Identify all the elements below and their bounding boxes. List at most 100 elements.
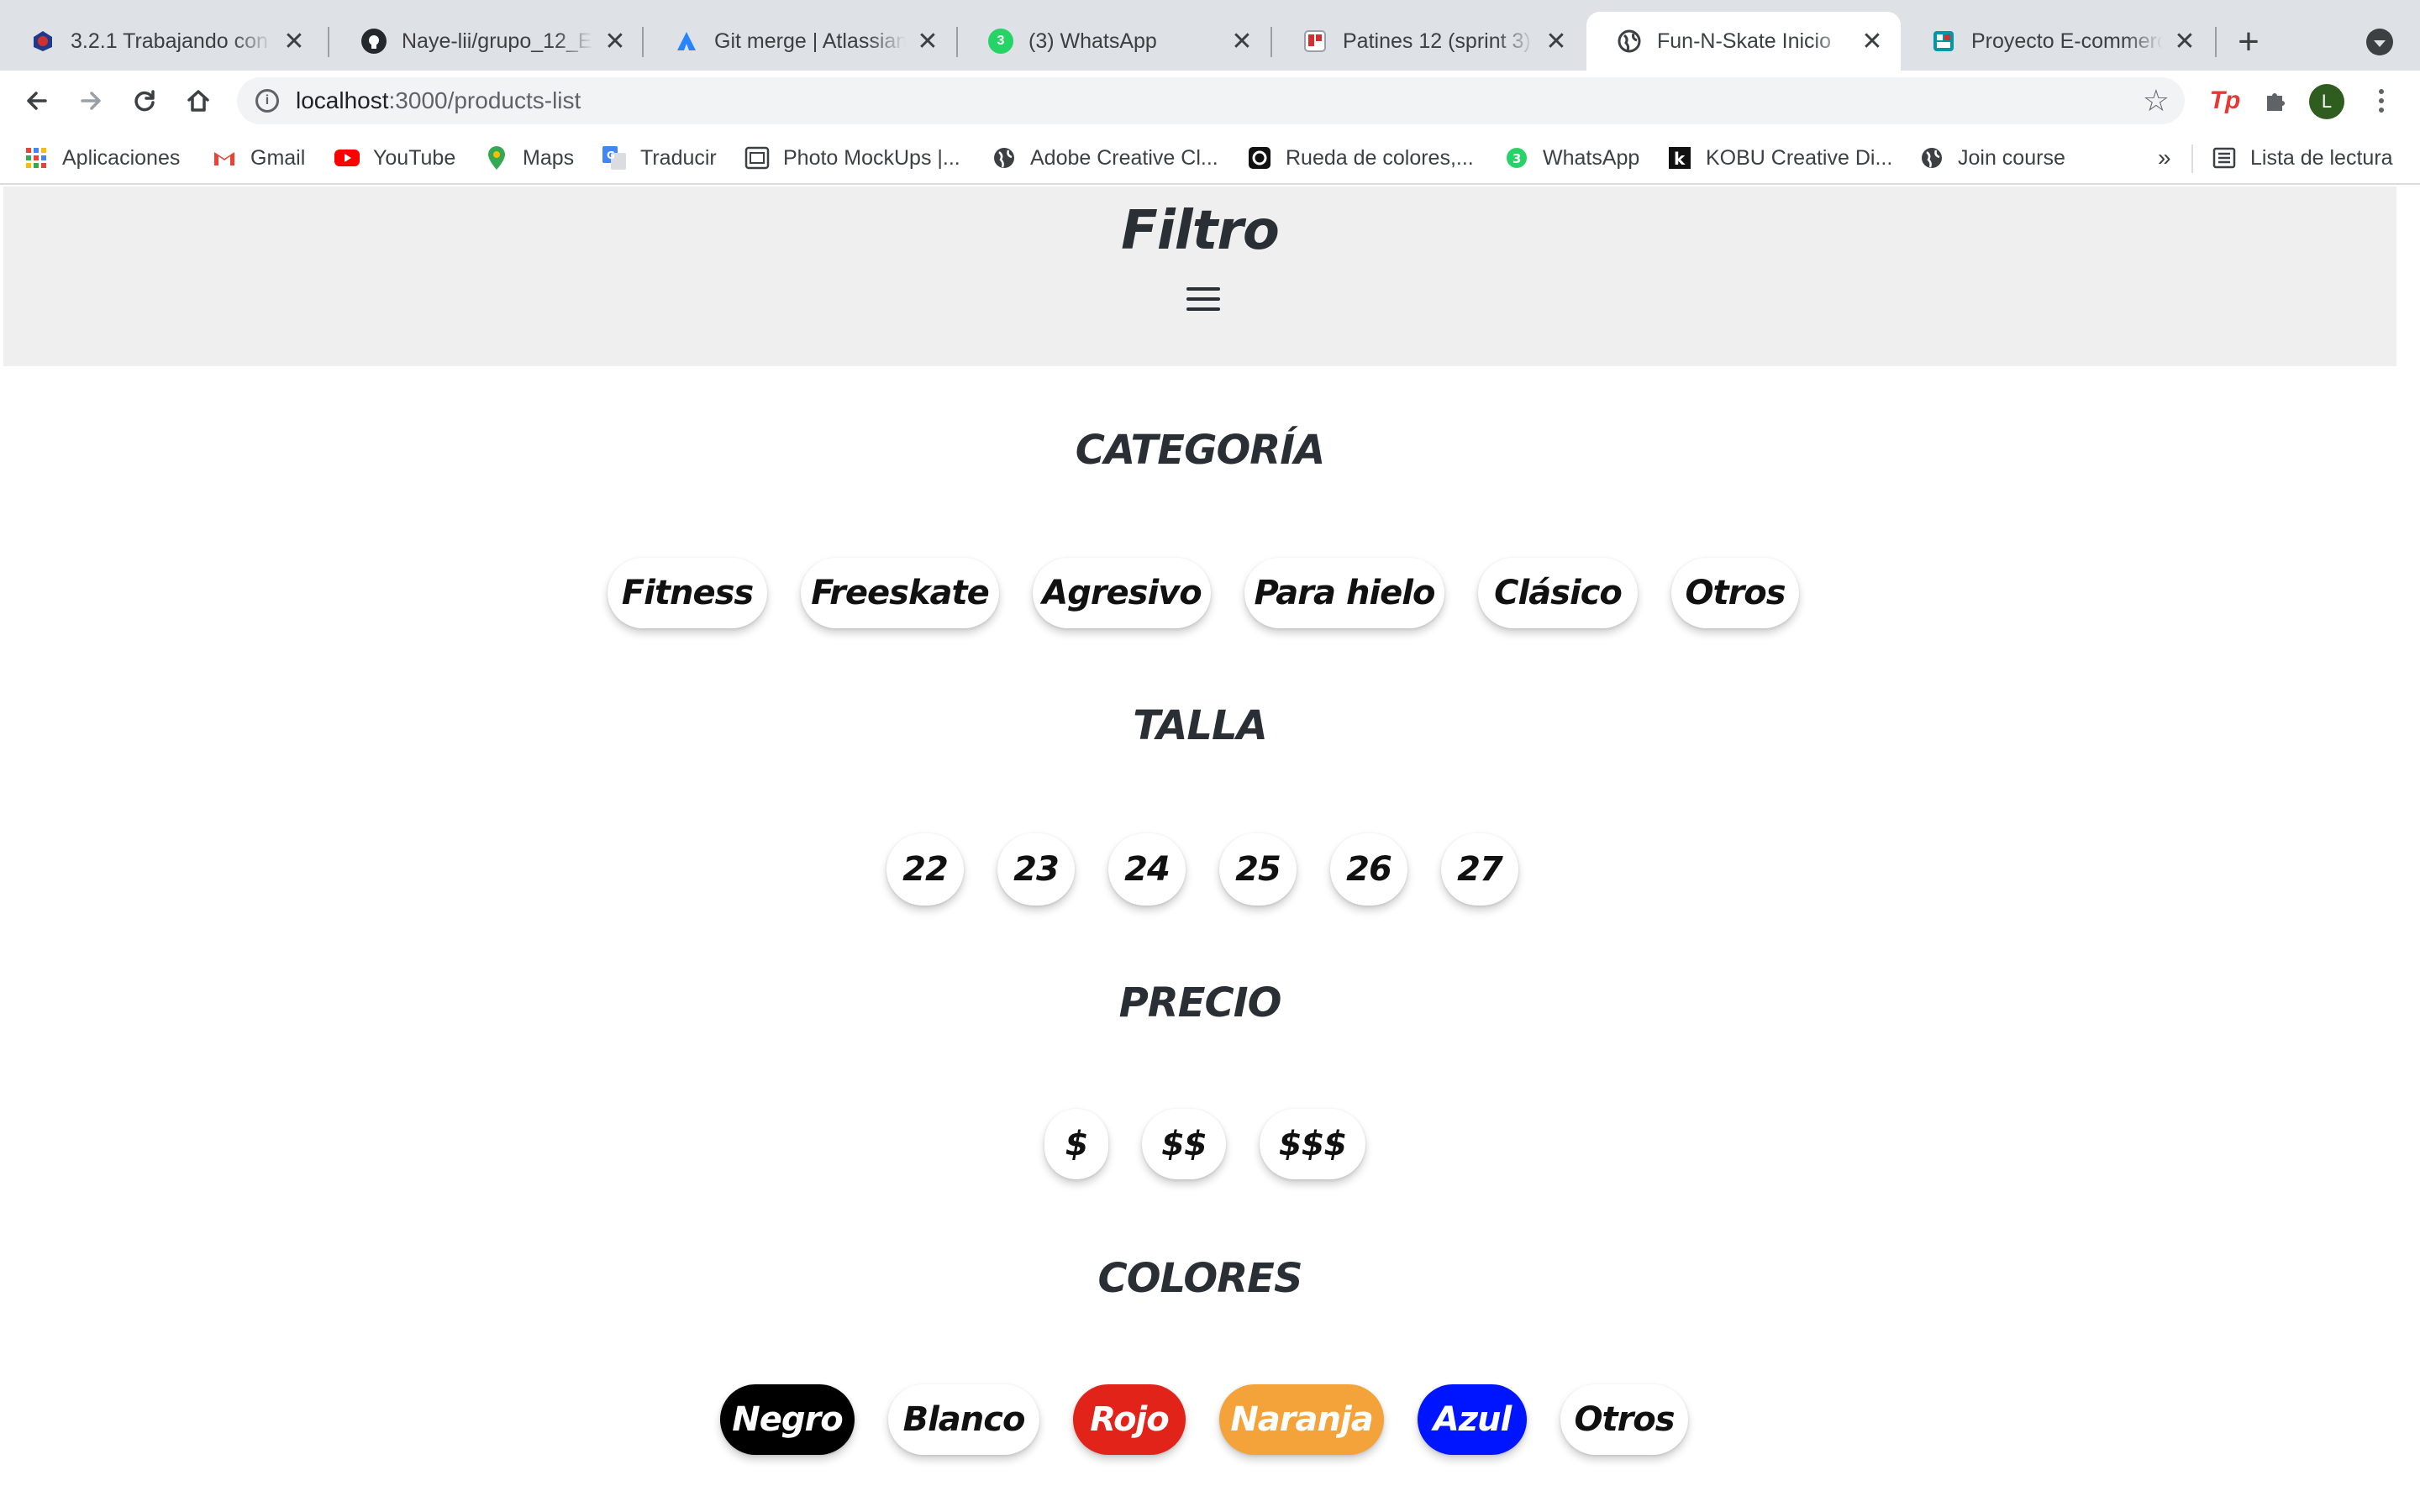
gmail-icon (212, 145, 237, 171)
reading-list-label: Lista de lectura (2250, 145, 2393, 170)
url-host: localhost (296, 87, 389, 113)
category-pill-clasico[interactable]: Clásico (1478, 558, 1638, 628)
close-icon[interactable]: ✕ (1860, 28, 1884, 55)
size-pill-22[interactable]: 22 (886, 833, 964, 906)
tab-fun-n-skate[interactable]: Fun-N-Skate Inicio ✕ (1586, 12, 1901, 71)
bookmark-aplicaciones[interactable]: Aplicaciones (24, 143, 180, 173)
size-section-title: TALLA (1133, 702, 1267, 749)
color-pill-negro[interactable]: Negro (720, 1384, 855, 1455)
back-icon[interactable] (17, 81, 57, 121)
bookmark-label: Traducir (640, 145, 717, 170)
bookmark-kobu[interactable]: k KOBU Creative Di... (1667, 143, 1892, 173)
color-pill-naranja[interactable]: Naranja (1219, 1384, 1384, 1455)
hamburger-menu-icon[interactable] (1186, 287, 1220, 311)
trello-icon (1302, 29, 1328, 54)
site-info-icon[interactable]: i (255, 89, 279, 113)
tab-git-merge[interactable]: Git merge | Atlassian G ✕ (644, 12, 956, 71)
category-pill-otros[interactable]: Otros (1671, 558, 1799, 628)
category-options: Fitness Freeskate Agresivo Para hielo Cl… (0, 558, 2400, 628)
globe-icon (992, 145, 1017, 171)
close-icon[interactable]: ✕ (916, 28, 939, 55)
bookmark-label: Rueda de colores,... (1286, 145, 1474, 170)
color-pill-otros[interactable]: Otros (1560, 1384, 1688, 1455)
reload-icon[interactable] (124, 81, 165, 121)
browser-toolbar: i localhost:3000/products-list ☆ Tp L (0, 71, 2420, 131)
bookmarks-bar: Aplicaciones Gmail YouTube Maps G Traduc… (0, 131, 2420, 185)
bookmark-traducir[interactable]: G Traducir (602, 143, 717, 173)
bookmark-join-course[interactable]: Join course (1919, 143, 2065, 173)
kebab-menu-icon[interactable] (2361, 81, 2402, 121)
new-tab-button[interactable]: + (2228, 21, 2269, 62)
category-pill-fitness[interactable]: Fitness (608, 558, 767, 628)
tab-proyecto[interactable]: Proyecto E-commerce ✕ (1901, 12, 2213, 71)
extension-tp-icon[interactable]: Tp (2205, 81, 2245, 121)
reading-list-icon (2212, 145, 2237, 171)
tab-search-icon[interactable] (2366, 29, 2393, 55)
color-pill-blanco[interactable]: Blanco (888, 1384, 1039, 1455)
tab-divider (2215, 27, 2217, 57)
apps-grid-icon (24, 145, 49, 171)
price-pill-low[interactable]: $ (1044, 1109, 1108, 1179)
bookmarks-overflow-button[interactable]: » (2158, 143, 2171, 173)
color-wheel-icon (1247, 145, 1272, 171)
bookmark-gmail[interactable]: Gmail (212, 143, 305, 173)
translate-icon: G (602, 145, 627, 171)
bookmark-label: Aplicaciones (62, 145, 181, 170)
category-section-title: CATEGORÍA (1075, 427, 1325, 474)
whatsapp-icon: 3 (988, 29, 1013, 54)
tab-trabajando[interactable]: 3.2.1 Trabajando con ✕ (0, 12, 323, 71)
bookmark-maps[interactable]: Maps (484, 143, 574, 173)
image-icon (744, 145, 770, 171)
price-pill-mid[interactable]: $$ (1142, 1109, 1226, 1179)
bookmarks-divider (2191, 144, 2193, 173)
size-pill-24[interactable]: 24 (1108, 833, 1186, 906)
bookmark-label: WhatsApp (1543, 145, 1640, 170)
bookmark-adobe[interactable]: Adobe Creative Cl... (992, 143, 1218, 173)
size-options: 22 23 24 25 26 27 (0, 833, 2400, 906)
price-pill-high[interactable]: $$$ (1260, 1109, 1365, 1179)
profile-avatar[interactable]: L (2309, 84, 2344, 119)
tab-patines[interactable]: Patines 12 (sprint 3) e ✕ (1272, 12, 1585, 71)
close-icon[interactable]: ✕ (1544, 28, 1568, 55)
close-icon[interactable]: ✕ (2173, 28, 2196, 55)
reading-list-button[interactable]: Lista de lectura (2212, 143, 2393, 173)
address-bar[interactable]: i localhost:3000/products-list ☆ (237, 77, 2185, 124)
close-icon[interactable]: ✕ (1230, 28, 1254, 55)
bookmark-label: KOBU Creative Di... (1706, 145, 1893, 170)
tab-github[interactable]: Naye-lii/grupo_12_E-c ✕ (331, 12, 644, 71)
size-pill-25[interactable]: 25 (1219, 833, 1297, 906)
bookmark-label: Join course (1958, 145, 2065, 170)
close-icon[interactable]: ✕ (282, 28, 306, 55)
forward-icon[interactable] (71, 81, 111, 121)
globe-icon (1919, 145, 1944, 171)
whatsapp-icon: 3 (1504, 145, 1529, 171)
bookmark-label: Maps (523, 145, 575, 170)
category-pill-para-hielo[interactable]: Para hielo (1244, 558, 1444, 628)
url-text: localhost:3000/products-list (296, 87, 581, 114)
bookmark-youtube[interactable]: YouTube (334, 143, 455, 173)
category-pill-freeskate[interactable]: Freeskate (801, 558, 999, 628)
bookmark-photo-mockups[interactable]: Photo MockUps |... (744, 143, 960, 173)
color-pill-azul[interactable]: Azul (1418, 1384, 1527, 1455)
bookmark-star-icon[interactable]: ☆ (2143, 84, 2170, 118)
bookmark-whatsapp[interactable]: 3 WhatsApp (1504, 143, 1639, 173)
close-icon[interactable]: ✕ (603, 28, 627, 55)
url-path: :3000/products-list (388, 87, 581, 113)
moodle-icon (30, 29, 55, 54)
bookmark-label: Gmail (250, 145, 306, 170)
size-pill-26[interactable]: 26 (1330, 833, 1407, 906)
bookmark-rueda-colores[interactable]: Rueda de colores,... (1247, 143, 1474, 173)
svg-text:3: 3 (1512, 151, 1521, 166)
globe-icon (1617, 29, 1642, 54)
category-pill-agresivo[interactable]: Agresivo (1033, 558, 1211, 628)
color-pill-rojo[interactable]: Rojo (1073, 1384, 1186, 1455)
atlassian-icon (674, 29, 699, 54)
extensions-puzzle-icon[interactable] (2255, 81, 2296, 121)
figma-icon (1931, 29, 1956, 54)
size-pill-27[interactable]: 27 (1441, 833, 1518, 906)
size-pill-23[interactable]: 23 (997, 833, 1075, 906)
tab-whatsapp[interactable]: 3 (3) WhatsApp ✕ (958, 12, 1270, 71)
home-icon[interactable] (178, 81, 218, 121)
price-section-title: PRECIO (1118, 979, 1282, 1026)
github-icon (361, 29, 387, 54)
